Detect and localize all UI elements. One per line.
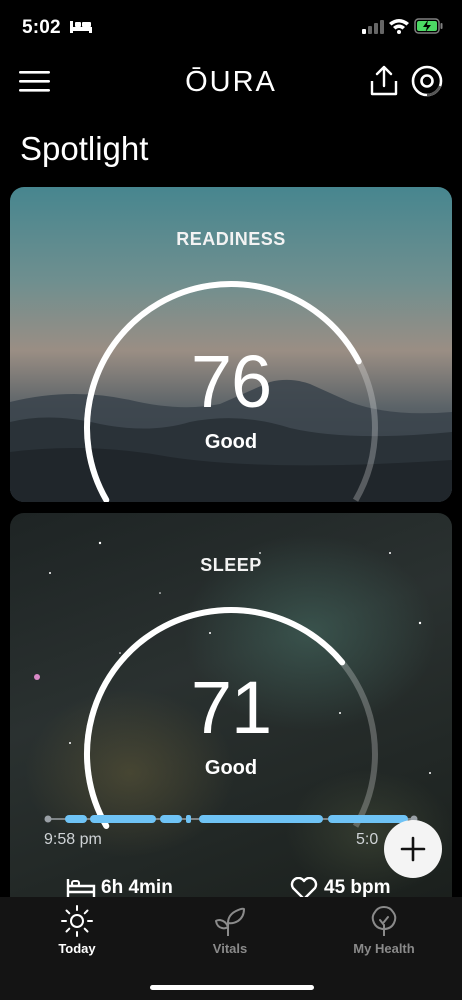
plus-icon	[400, 836, 426, 862]
sprout-icon	[215, 907, 245, 936]
tree-icon	[371, 906, 397, 936]
readiness-card[interactable]: READINESS 76 Good	[10, 187, 452, 502]
readiness-label: READINESS	[176, 229, 286, 249]
app-header: ŌURA	[0, 56, 462, 114]
readiness-description: Good	[204, 431, 258, 453]
page-title: Spotlight	[20, 130, 149, 167]
battery-charging-icon	[414, 18, 443, 34]
tab-vitals-label: Vitals	[212, 941, 248, 956]
bed-icon	[70, 21, 92, 33]
readiness-score: 76	[190, 340, 272, 423]
bed-duration-icon	[66, 879, 96, 897]
share-icon[interactable]	[368, 64, 400, 98]
status-time: 5:02	[22, 17, 61, 38]
sleep-duration: 6h 4min	[101, 877, 173, 898]
wifi-icon	[389, 19, 409, 34]
status-bar: 5:02	[0, 0, 462, 56]
sleep-heart-rate: 45 bpm	[324, 877, 391, 898]
sun-icon	[61, 905, 93, 937]
tab-today-label: Today	[58, 941, 96, 956]
tab-vitals[interactable]: Vitals	[170, 897, 290, 967]
tab-my-health-label: My Health	[353, 941, 415, 956]
ring-device-icon[interactable]	[410, 64, 444, 98]
tab-today[interactable]: Today	[17, 897, 137, 967]
sleep-start-time: 9:58 pm	[44, 831, 102, 848]
add-button[interactable]	[384, 820, 442, 878]
tab-my-health[interactable]: My Health	[324, 897, 444, 967]
cellular-signal-icon	[362, 20, 384, 34]
sleep-end-time: 5:0	[356, 831, 379, 848]
home-indicator	[150, 985, 314, 990]
